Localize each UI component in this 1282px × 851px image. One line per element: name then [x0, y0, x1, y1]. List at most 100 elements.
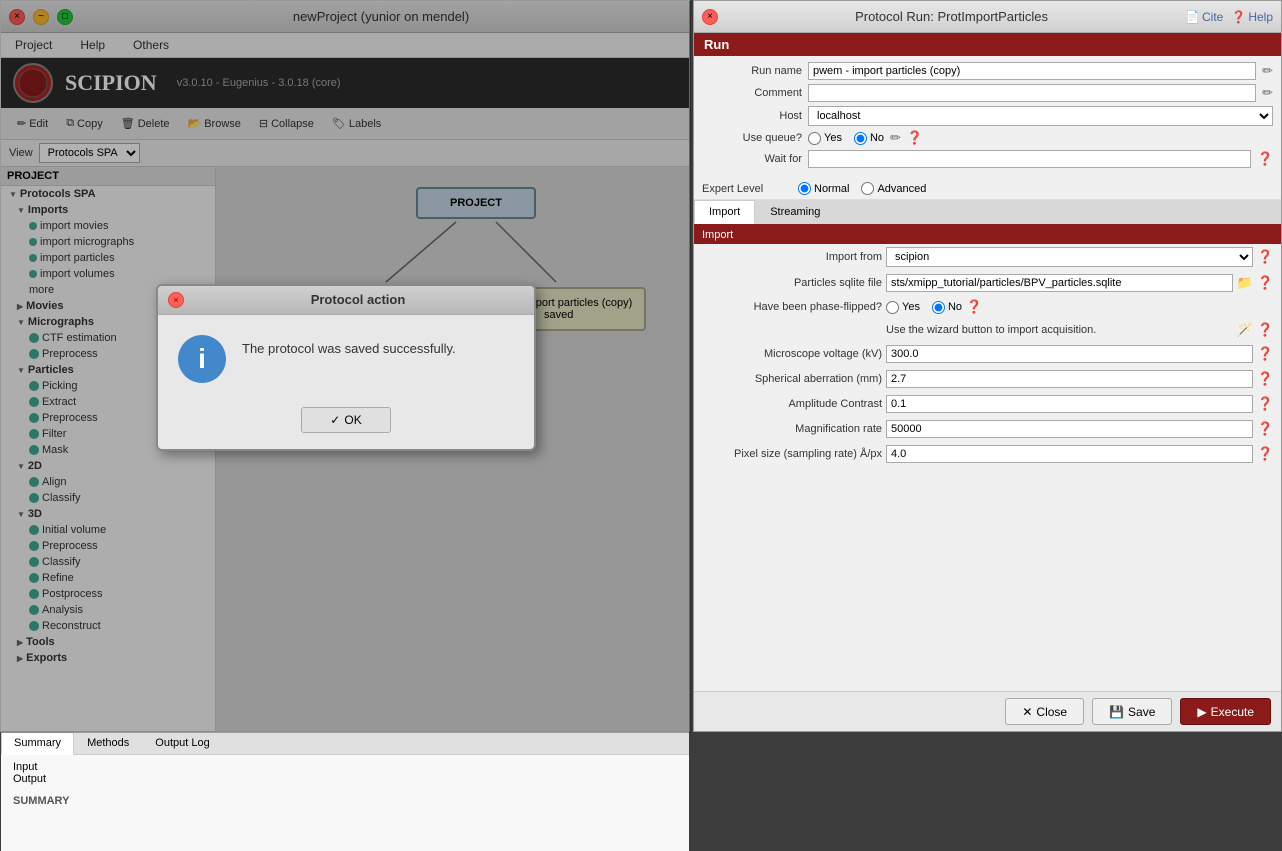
expert-normal[interactable]: Normal — [798, 182, 849, 195]
import-from-select[interactable]: scipion files — [886, 247, 1253, 267]
run-name-input[interactable] — [808, 62, 1256, 80]
comment-input[interactable] — [808, 84, 1256, 102]
tab-bar: Summary Methods Output Log — [1, 732, 689, 755]
protocol-params: Import from scipion files ❓ Particles sq… — [694, 244, 1281, 756]
phase-flipped-row: Have been phase-flipped? Yes No ❓ — [694, 296, 1281, 319]
magnification-input[interactable] — [886, 420, 1253, 438]
magnification-help-icon[interactable]: ❓ — [1257, 421, 1273, 437]
help-link[interactable]: ❓ Help — [1231, 10, 1273, 24]
output-label: Output — [13, 773, 677, 785]
edit-queue-icon[interactable]: ✏ — [890, 130, 901, 146]
dialog-body: i The protocol was saved successfully. — [158, 315, 534, 399]
right-window: × Protocol Run: ProtImportParticles 📄 Ci… — [693, 0, 1282, 732]
pixel-size-row: Pixel size (sampling rate) Å/px ❓ — [694, 442, 1281, 467]
use-queue-radio-group: Yes No — [808, 132, 884, 145]
phase-help-icon[interactable]: ❓ — [966, 299, 982, 315]
amplitude-row: Amplitude Contrast ❓ — [694, 392, 1281, 417]
tab-import[interactable]: Import — [694, 200, 755, 224]
expert-label: Expert Level — [702, 183, 782, 195]
expert-advanced[interactable]: Advanced — [861, 182, 926, 195]
protocol-tabs: Import Streaming — [694, 200, 1281, 226]
use-queue-row: Use queue? Yes No ✏ ❓ — [702, 130, 1273, 146]
particles-sqlite-input[interactable] — [886, 274, 1233, 292]
import-from-help-icon[interactable]: ❓ — [1257, 249, 1273, 265]
run-form: Run name ✏ Comment ✏ Host localhost Use … — [694, 56, 1281, 178]
right-window-title: Protocol Run: ProtImportParticles — [726, 9, 1177, 24]
particles-sqlite-help-icon[interactable]: ❓ — [1257, 275, 1273, 291]
execute-button[interactable]: ▶ Execute — [1180, 698, 1271, 725]
run-name-row: Run name ✏ — [702, 62, 1273, 80]
save-button[interactable]: 💾 Save — [1092, 698, 1172, 725]
import-section-header: Import — [694, 226, 1281, 244]
phase-flipped-radio: Yes No — [886, 301, 962, 314]
wait-for-help-icon[interactable]: ❓ — [1257, 151, 1273, 167]
tab-streaming[interactable]: Streaming — [755, 200, 835, 224]
dialog-overlay: × Protocol action i The protocol was sav… — [1, 1, 691, 733]
spherical-input[interactable] — [886, 370, 1253, 388]
right-titlebar: × Protocol Run: ProtImportParticles 📄 Ci… — [694, 1, 1281, 33]
wizard-info-row: Use the wizard button to import acquisit… — [694, 319, 1281, 342]
wizard-help-icon[interactable]: ❓ — [1257, 322, 1273, 338]
magnification-row: Magnification rate ❓ — [694, 417, 1281, 442]
voltage-help-icon[interactable]: ❓ — [1257, 346, 1273, 362]
phase-no[interactable]: No — [932, 301, 962, 314]
host-row: Host localhost — [702, 106, 1273, 126]
phase-flipped-label: Have been phase-flipped? — [702, 301, 882, 313]
cite-link[interactable]: 📄 Cite — [1185, 10, 1223, 24]
spherical-help-icon[interactable]: ❓ — [1257, 371, 1273, 387]
spherical-label: Spherical aberration (mm) — [702, 373, 882, 385]
close-icon: ✕ — [1022, 705, 1032, 719]
folder-icon[interactable]: 📁 — [1237, 275, 1253, 291]
pixel-size-label: Pixel size (sampling rate) Å/px — [702, 448, 882, 460]
close-button[interactable]: ✕ Close — [1005, 698, 1084, 725]
dialog-close-button[interactable]: × — [168, 292, 184, 308]
dialog-box: × Protocol action i The protocol was sav… — [156, 284, 536, 451]
dialog-message: The protocol was saved successfully. — [242, 335, 456, 359]
wizard-info-text: Use the wizard button to import acquisit… — [886, 324, 1233, 336]
particles-sqlite-label: Particles sqlite file — [702, 277, 882, 289]
host-label: Host — [702, 110, 802, 122]
dialog-title: Protocol action — [192, 292, 524, 307]
tab-methods[interactable]: Methods — [74, 732, 142, 754]
queue-help-icon[interactable]: ❓ — [907, 130, 923, 146]
wizard-icon[interactable]: 🪄 — [1237, 322, 1253, 338]
info-icon: i — [178, 335, 226, 383]
amplitude-input[interactable] — [886, 395, 1253, 413]
use-queue-yes[interactable]: Yes — [808, 132, 842, 145]
host-select[interactable]: localhost — [808, 106, 1273, 126]
run-name-label: Run name — [702, 65, 802, 77]
help-icon: ❓ — [1231, 10, 1246, 24]
voltage-row: Microscope voltage (kV) ❓ — [694, 342, 1281, 367]
summary-content: Input Output — [1, 755, 689, 791]
edit-run-name-icon[interactable]: ✏ — [1262, 63, 1273, 79]
dialog-footer: ✓ OK — [158, 399, 534, 449]
edit-comment-icon[interactable]: ✏ — [1262, 85, 1273, 101]
pixel-size-input[interactable] — [886, 445, 1253, 463]
tab-summary[interactable]: Summary — [1, 732, 74, 755]
pixel-size-help-icon[interactable]: ❓ — [1257, 446, 1273, 462]
dialog-titlebar: × Protocol action — [158, 286, 534, 315]
phase-yes[interactable]: Yes — [886, 301, 920, 314]
save-icon: 💾 — [1109, 705, 1124, 719]
magnification-label: Magnification rate — [702, 423, 882, 435]
bottom-panel: Summary Methods Output Log Input Output … — [1, 731, 689, 851]
right-close-btn[interactable]: × — [702, 9, 718, 25]
amplitude-help-icon[interactable]: ❓ — [1257, 396, 1273, 412]
use-queue-no[interactable]: No — [854, 132, 884, 145]
summary-title: SUMMARY — [1, 791, 689, 811]
import-from-row: Import from scipion files ❓ — [694, 244, 1281, 271]
wait-for-input[interactable] — [808, 150, 1251, 168]
left-window: × − □ newProject (yunior on mendel) Proj… — [0, 0, 690, 732]
tab-output-log[interactable]: Output Log — [142, 732, 222, 754]
wait-for-row: Wait for ❓ — [702, 150, 1273, 168]
run-header: Run — [694, 33, 1281, 56]
spherical-row: Spherical aberration (mm) ❓ — [694, 367, 1281, 392]
comment-row: Comment ✏ — [702, 84, 1273, 102]
checkmark-icon: ✓ — [330, 413, 340, 427]
bottom-buttons: ✕ Close 💾 Save ▶ Execute — [694, 691, 1281, 731]
expert-level-row: Expert Level Normal Advanced — [694, 178, 1281, 200]
voltage-input[interactable] — [886, 345, 1253, 363]
ok-button[interactable]: ✓ OK — [301, 407, 390, 433]
use-queue-label: Use queue? — [702, 132, 802, 144]
amplitude-label: Amplitude Contrast — [702, 398, 882, 410]
